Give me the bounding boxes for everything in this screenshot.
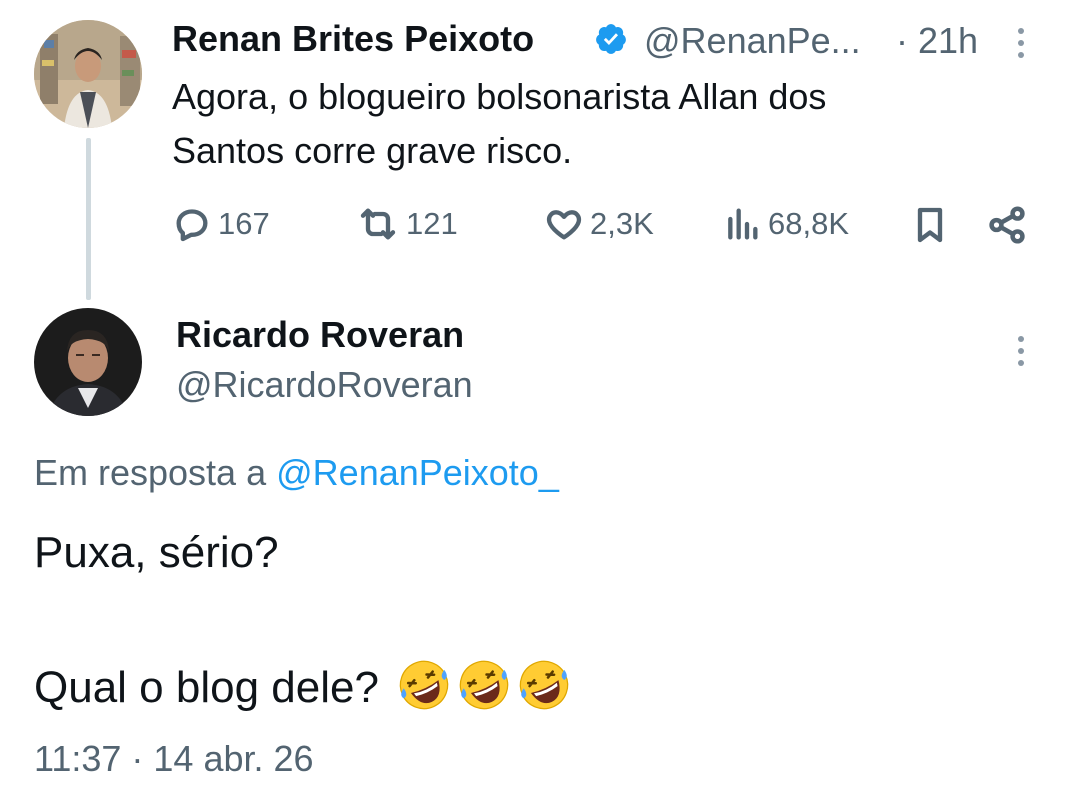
repost-button[interactable]: 121	[356, 204, 458, 244]
share-button[interactable]	[986, 204, 1028, 246]
reply-mention-link[interactable]: @RenanPeixoto_	[276, 452, 559, 493]
rolling-laughing-emoji	[399, 660, 449, 710]
views-count: 68,8K	[768, 206, 850, 241]
rolling-laughing-emoji	[459, 660, 509, 710]
parent-more-options-icon[interactable]	[1018, 28, 1024, 58]
reply-author-handle[interactable]: @RicardoRoveran	[176, 364, 473, 406]
thread-connector-line	[86, 138, 91, 300]
parent-time[interactable]: 21h	[918, 20, 978, 62]
emoji-row	[391, 660, 571, 712]
parent-avatar[interactable]	[34, 20, 142, 128]
reply-icon	[176, 209, 208, 242]
reply-more-options-icon[interactable]	[1018, 336, 1024, 366]
like-button[interactable]: 2,3K	[544, 204, 654, 244]
reply-text-line-1: Puxa, sério?	[34, 528, 279, 577]
bookmark-button[interactable]	[910, 204, 950, 246]
repost-icon	[360, 208, 396, 240]
like-count: 2,3K	[590, 206, 654, 241]
reply-count: 167	[218, 206, 270, 241]
reply-text-line-2-container: Qual o blog dele?	[34, 658, 571, 715]
parent-time-separator: ·	[896, 20, 908, 61]
rolling-laughing-emoji	[519, 660, 569, 710]
reply-avatar[interactable]	[34, 308, 142, 416]
parent-text-line-1: Agora, o blogueiro bolsonarista Allan do…	[172, 76, 827, 117]
reply-context: Em resposta a @RenanPeixoto_	[34, 452, 559, 494]
parent-text-line-2: Santos corre grave risco.	[172, 130, 573, 171]
bookmark-icon	[917, 207, 943, 243]
repost-count: 121	[406, 206, 458, 241]
reply-author-name[interactable]: Ricardo Roveran	[176, 314, 464, 356]
reply-text-line-2: Qual o blog dele?	[34, 663, 379, 712]
like-icon	[546, 210, 582, 240]
reply-timestamp[interactable]: 11:37 · 14 abr. 26	[34, 738, 314, 780]
verified-badge-icon	[594, 22, 628, 56]
share-icon	[989, 206, 1025, 244]
reply-prefix: Em resposta a	[34, 452, 267, 493]
views-button[interactable]: 68,8K	[722, 204, 849, 244]
parent-author-handle[interactable]: @RenanPe...	[644, 20, 861, 62]
parent-tweet-text: Agora, o blogueiro bolsonarista Allan do…	[172, 70, 1032, 178]
views-icon	[728, 208, 758, 240]
parent-author-name[interactable]: Renan Brites Peixoto	[172, 18, 534, 60]
reply-button[interactable]: 167	[172, 204, 270, 244]
